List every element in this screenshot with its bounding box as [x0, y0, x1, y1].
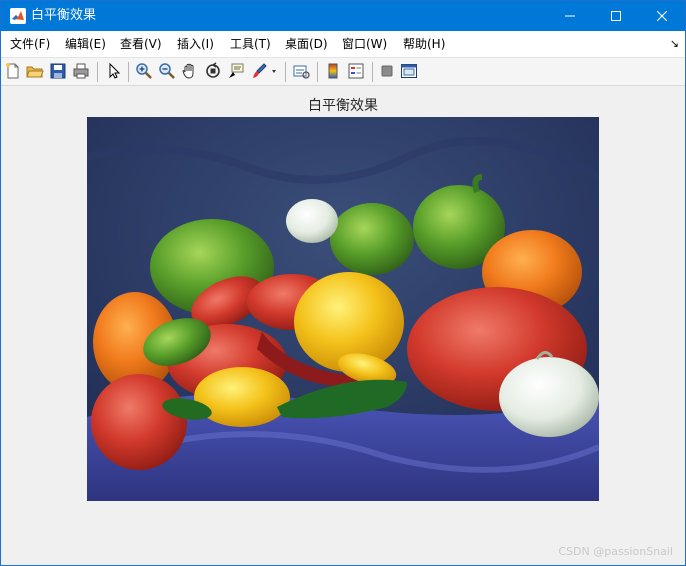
close-button[interactable] [639, 1, 685, 31]
menu-help[interactable]: 帮助(H) [403, 36, 445, 52]
toolbar-separator [317, 62, 318, 82]
menu-desktop[interactable]: 桌面(D) [285, 36, 328, 52]
menu-window[interactable]: 窗口(W) [342, 36, 387, 52]
menu-bar: 文件(F) 编辑(E) 查看(V) 插入(I) 工具(T) 桌面(D) 窗口(W… [1, 31, 685, 58]
link-plot-icon[interactable] [292, 62, 310, 80]
toolbar-separator [97, 62, 98, 82]
toolbar-separator [128, 62, 129, 82]
chevron-down-icon[interactable] [269, 62, 279, 80]
zoom-out-icon[interactable] [158, 62, 176, 80]
print-icon[interactable] [72, 62, 90, 80]
rotate-3d-icon[interactable] [204, 62, 222, 80]
colorbar-icon[interactable] [324, 62, 342, 80]
legend-icon[interactable] [347, 62, 365, 80]
matlab-logo-icon [10, 8, 26, 24]
menu-file[interactable]: 文件(F) [10, 36, 50, 52]
maximize-button[interactable] [593, 1, 639, 31]
menu-insert[interactable]: 插入(I) [177, 36, 214, 52]
menu-view[interactable]: 查看(V) [120, 36, 162, 52]
data-cursor-icon[interactable] [227, 62, 245, 80]
brush-icon[interactable] [250, 62, 268, 80]
figure-title: 白平衡效果 [308, 98, 378, 114]
dock-arrow-icon[interactable]: ↘ [670, 37, 679, 50]
maximize-icon [611, 11, 621, 21]
open-folder-icon[interactable] [26, 62, 44, 80]
show-plot-tools-icon[interactable] [400, 62, 418, 80]
figure-toolbar [1, 58, 685, 86]
menu-tools[interactable]: 工具(T) [230, 36, 271, 52]
menu-edit[interactable]: 编辑(E) [65, 36, 106, 52]
figure-window: 白平衡效果 文件(F) 编辑(E) 查看(V) 插入(I) 工具(T) 桌面(D… [0, 0, 686, 566]
minimize-button[interactable] [547, 1, 593, 31]
minimize-icon [565, 15, 575, 17]
window-title: 白平衡效果 [31, 8, 97, 23]
close-icon [657, 11, 667, 21]
pan-hand-icon[interactable] [181, 62, 199, 80]
zoom-in-icon[interactable] [135, 62, 153, 80]
toolbar-separator [285, 62, 286, 82]
save-icon[interactable] [49, 62, 67, 80]
peppers-image [87, 117, 599, 501]
toolbar-separator [372, 62, 373, 82]
new-figure-icon[interactable] [4, 62, 22, 80]
pointer-icon[interactable] [105, 62, 123, 80]
hide-plot-tools-icon[interactable] [378, 62, 396, 80]
watermark-text: CSDN @passionSnail [558, 545, 673, 558]
title-bar[interactable]: 白平衡效果 [1, 1, 685, 31]
